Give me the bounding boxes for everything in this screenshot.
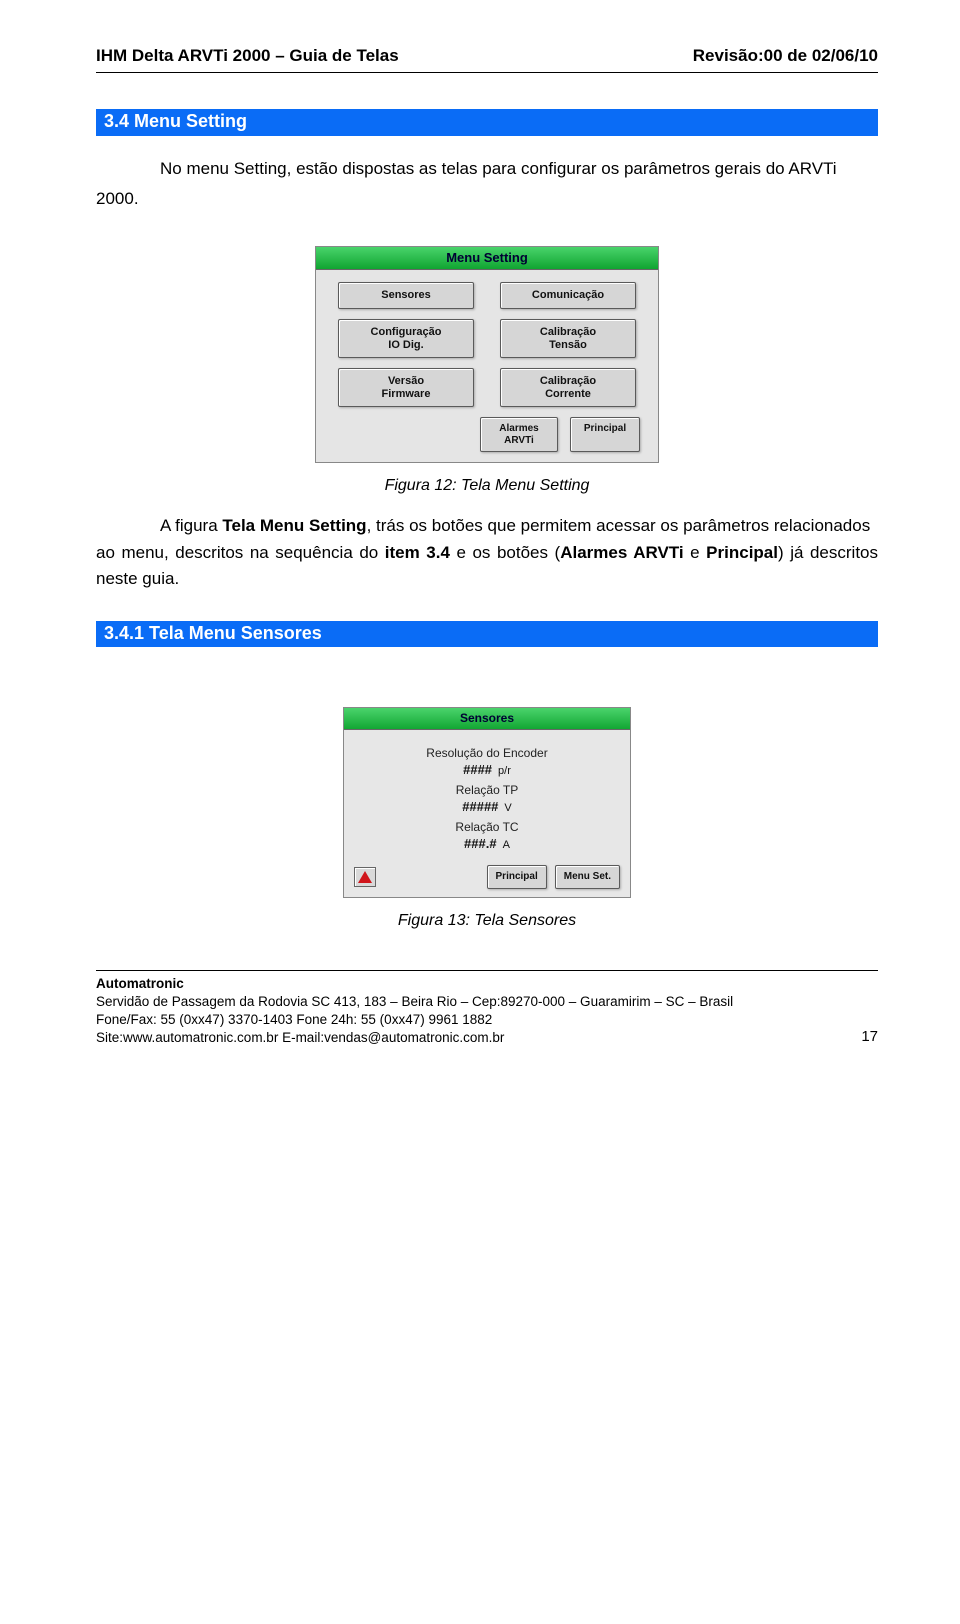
figure-12-caption: Figura 12: Tela Menu Setting xyxy=(385,477,590,495)
btn-principal[interactable]: Principal xyxy=(570,417,640,452)
value-resolucao-encoder: ####p/r xyxy=(358,762,616,777)
paragraph-after-fig12: A figura Tela Menu Setting, trás os botõ… xyxy=(96,513,878,592)
figure-13: Sensores Resolução do Encoder ####p/r Re… xyxy=(96,707,878,930)
btn-menu-set[interactable]: Menu Set. xyxy=(555,865,620,889)
footer-line-1: Servidão de Passagem da Rodovia SC 413, … xyxy=(96,993,878,1011)
btn-versao-firmware[interactable]: Versão Firmware xyxy=(338,368,474,407)
label-resolucao-encoder: Resolução do Encoder xyxy=(358,746,616,760)
alarm-icon[interactable] xyxy=(354,867,376,887)
hmi-menu-setting-panel: Menu Setting Sensores Comunicação Config… xyxy=(315,246,659,463)
intro-line-2: 2000. xyxy=(96,186,878,212)
label-relacao-tc: Relação TC xyxy=(358,820,616,834)
value-relacao-tc: ###.#A xyxy=(358,836,616,851)
btn-comunicacao[interactable]: Comunicação xyxy=(500,282,636,309)
doc-header-right: Revisão:00 de 02/06/10 xyxy=(693,46,878,66)
btn-sensores[interactable]: Sensores xyxy=(338,282,474,309)
intro-paragraph: No menu Setting, estão dispostas as tela… xyxy=(96,156,878,213)
btn-config-io[interactable]: Configuração IO Dig. xyxy=(338,319,474,358)
hmi-sensores-panel: Sensores Resolução do Encoder ####p/r Re… xyxy=(343,707,631,898)
hmi2-title-bar: Sensores xyxy=(344,708,630,730)
hmi-title-bar: Menu Setting xyxy=(316,247,658,270)
doc-header: IHM Delta ARVTi 2000 – Guia de Telas Rev… xyxy=(96,46,878,66)
footer-line-3: Site:www.automatronic.com.br E-mail:vend… xyxy=(96,1029,878,1047)
btn-principal-2[interactable]: Principal xyxy=(487,865,547,889)
divider xyxy=(96,72,878,73)
figure-13-caption: Figura 13: Tela Sensores xyxy=(398,912,576,930)
footer-line-2: Fone/Fax: 55 (0xx47) 3370-1403 Fone 24h:… xyxy=(96,1011,878,1029)
page-number: 17 xyxy=(861,1027,878,1047)
btn-calibracao-tensao[interactable]: Calibração Tensão xyxy=(500,319,636,358)
footer-company: Automatronic xyxy=(96,975,878,993)
btn-calibracao-corrente[interactable]: Calibração Corrente xyxy=(500,368,636,407)
figure-12: Menu Setting Sensores Comunicação Config… xyxy=(96,246,878,495)
section-heading-3-4: 3.4 Menu Setting xyxy=(96,109,878,136)
section-heading-3-4-1: 3.4.1 Tela Menu Sensores xyxy=(96,621,878,648)
doc-header-left: IHM Delta ARVTi 2000 – Guia de Telas xyxy=(96,46,399,66)
label-relacao-tp: Relação TP xyxy=(358,783,616,797)
warning-triangle-icon xyxy=(358,871,372,883)
intro-line-1: No menu Setting, estão dispostas as tela… xyxy=(96,156,878,182)
page-footer: Automatronic Servidão de Passagem da Rod… xyxy=(96,970,878,1048)
btn-alarmes-arvti[interactable]: Alarmes ARVTi xyxy=(480,417,558,452)
value-relacao-tp: #####V xyxy=(358,799,616,814)
